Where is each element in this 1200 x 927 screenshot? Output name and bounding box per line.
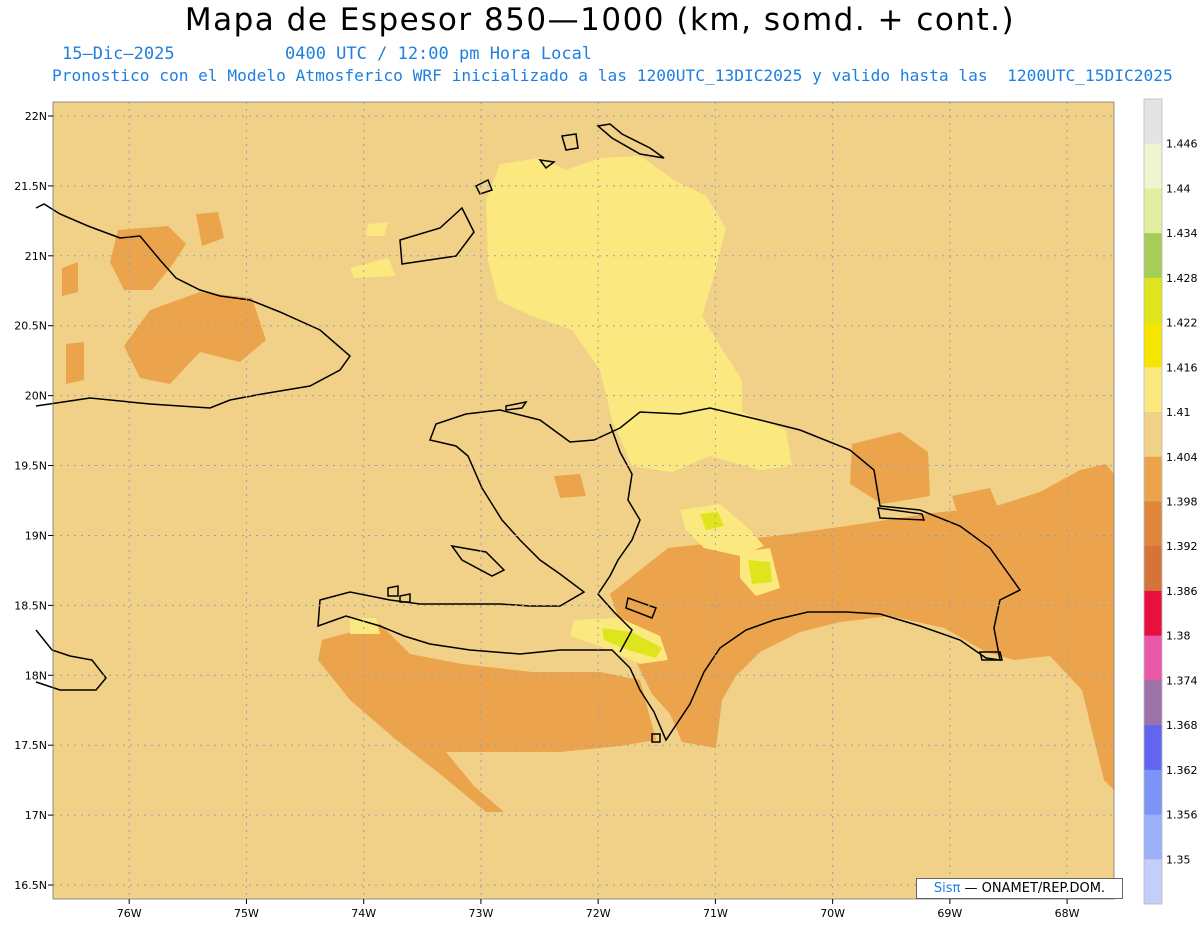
colorbar-label: 1.404	[1166, 451, 1198, 464]
colorbar-swatch	[1144, 188, 1162, 234]
colorbar-label: 1.422	[1166, 317, 1198, 330]
colorbar-swatch	[1144, 546, 1162, 592]
credit-box: Sisπ — ONAMET/REP.DOM.	[916, 878, 1123, 899]
longitude-axis: 76W 75W 74W 73W 72W 71W 70W 69W 68W	[117, 899, 1080, 920]
colorbar-label: 1.374	[1166, 674, 1198, 687]
colorbar-swatch	[1144, 680, 1162, 726]
colorbar-label: 1.386	[1166, 585, 1198, 598]
lon-tick-label: 72W	[586, 907, 611, 920]
colorbar: 1.446 1.44 1.434 1.428 1.422 1.416 1.41 1.404 1.…	[1143, 98, 1198, 905]
latitude-axis: 22N 21.5N 21N 20.5N 20N 19.5N 19N 18.5N 18N 17.5N…	[14, 110, 53, 892]
colorbar-label: 1.416	[1166, 361, 1198, 374]
colorbar-label: 1.44	[1166, 182, 1191, 195]
colorbar-label: 1.362	[1166, 764, 1198, 777]
lon-tick-label: 70W	[820, 907, 845, 920]
colorbar-swatch	[1144, 501, 1162, 547]
lon-tick-label: 68W	[1055, 907, 1080, 920]
cuba-cool-region	[62, 262, 78, 296]
lat-tick-label: 17N	[25, 809, 47, 822]
peak-core	[748, 560, 772, 584]
colorbar-label: 1.428	[1166, 272, 1198, 285]
colorbar-label: 1.398	[1166, 496, 1198, 509]
colorbar-swatch	[1144, 233, 1162, 279]
colorbar-swatch	[1144, 769, 1162, 816]
colorbar-label: 1.434	[1166, 227, 1198, 240]
credit-text: — ONAMET/REP.DOM.	[964, 881, 1106, 896]
warm-band-inland	[350, 618, 380, 634]
colorbar-swatch	[1144, 322, 1162, 368]
colorbar-label: 1.446	[1166, 138, 1198, 151]
lon-tick-label: 74W	[351, 907, 376, 920]
colorbar-label: 1.35	[1166, 853, 1191, 866]
colorbar-swatch	[1144, 99, 1162, 145]
lat-tick-label: 21N	[25, 250, 47, 263]
colorbar-swatch	[1144, 456, 1162, 502]
colorbar-label: 1.368	[1166, 719, 1198, 732]
cuba-cool-region	[66, 342, 84, 384]
lat-tick-label: 22N	[25, 110, 47, 123]
lat-tick-label: 20.5N	[14, 320, 47, 333]
colorbar-swatch	[1144, 859, 1162, 905]
colorbar-label: 1.392	[1166, 540, 1198, 553]
lat-tick-label: 19.5N	[14, 460, 47, 473]
colorbar-swatch	[1144, 725, 1162, 771]
lon-tick-label: 76W	[117, 907, 142, 920]
lon-tick-label: 71W	[703, 907, 728, 920]
colorbar-swatch	[1144, 143, 1162, 189]
colorbar-swatch	[1144, 412, 1162, 458]
lat-tick-label: 18N	[25, 669, 47, 682]
lon-tick-label: 75W	[234, 907, 259, 920]
lon-tick-label: 73W	[468, 907, 493, 920]
colorbar-label: 1.38	[1166, 630, 1191, 643]
lat-tick-label: 18.5N	[14, 599, 47, 612]
plot-area	[35, 101, 1115, 900]
colorbar-label: 1.356	[1166, 809, 1198, 822]
colorbar-swatch	[1144, 635, 1162, 681]
lat-tick-label: 20N	[25, 390, 47, 403]
colorbar-swatch	[1144, 367, 1162, 413]
colorbar-swatch	[1144, 814, 1162, 860]
lon-tick-label: 69W	[937, 907, 962, 920]
lat-tick-label: 16.5N	[14, 879, 47, 892]
colorbar-label: 1.41	[1166, 406, 1191, 419]
colorbar-swatch	[1144, 277, 1162, 324]
lat-tick-label: 21.5N	[14, 180, 47, 193]
credit-brand: Sisπ	[933, 881, 961, 896]
lat-tick-label: 17.5N	[14, 739, 47, 752]
colorbar-swatch	[1144, 590, 1162, 637]
lat-tick-label: 19N	[25, 529, 47, 542]
thickness-map: 22N 21.5N 21N 20.5N 20N 19.5N 19N 18.5N 18N 17.5N…	[14, 98, 1198, 920]
